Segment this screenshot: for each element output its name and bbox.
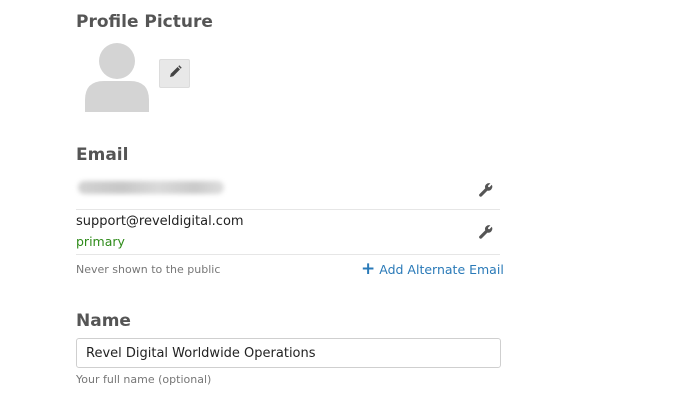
- email-heading: Email: [76, 145, 129, 165]
- name-heading: Name: [76, 311, 131, 331]
- wrench-icon[interactable]: [478, 182, 494, 198]
- edit-profile-picture-button[interactable]: [159, 59, 190, 88]
- add-alternate-email-link[interactable]: + Add Alternate Email: [361, 259, 504, 279]
- redacted-email-address: [78, 181, 224, 194]
- email-row-primary: support@reveldigital.com primary: [76, 210, 500, 255]
- email-privacy-hint: Never shown to the public: [76, 263, 221, 276]
- full-name-input[interactable]: [76, 338, 501, 368]
- email-row-redacted: [76, 170, 500, 210]
- pencil-icon: [168, 64, 182, 83]
- profile-picture-heading: Profile Picture: [76, 12, 213, 32]
- email-address: support@reveldigital.com: [76, 214, 244, 229]
- user-silhouette-icon: [84, 42, 150, 112]
- add-alternate-email-label: Add Alternate Email: [379, 262, 504, 277]
- wrench-icon[interactable]: [478, 224, 494, 240]
- plus-icon: +: [361, 259, 376, 279]
- primary-badge: primary: [76, 234, 125, 249]
- name-hint: Your full name (optional): [76, 373, 212, 386]
